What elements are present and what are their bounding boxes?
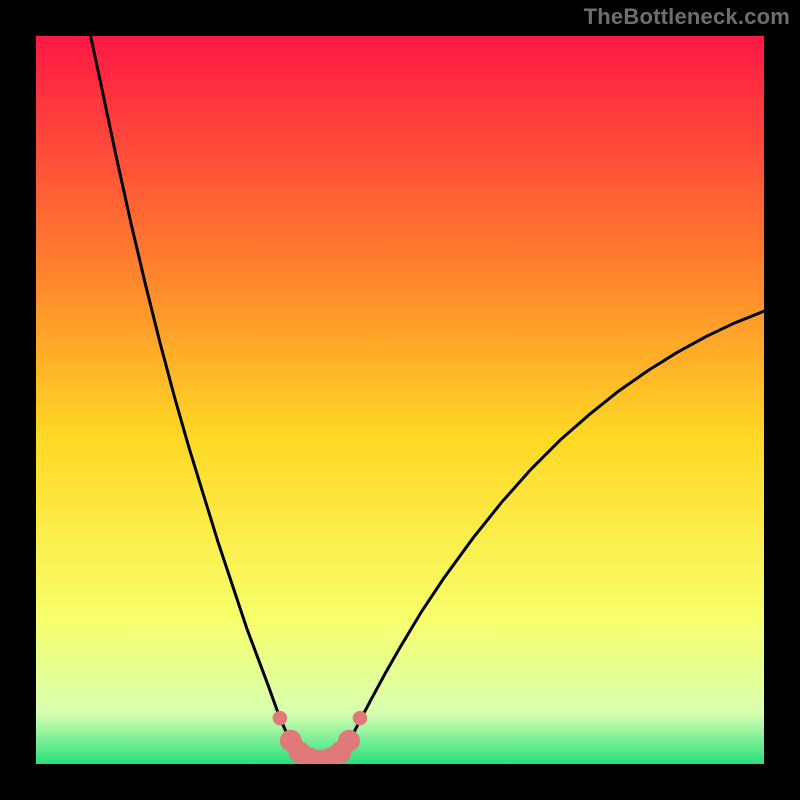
gradient-background bbox=[36, 36, 764, 764]
marker-dot bbox=[353, 711, 368, 726]
chart-svg bbox=[36, 36, 764, 764]
chart-frame: TheBottleneck.com bbox=[0, 0, 800, 800]
plot-area bbox=[36, 36, 764, 764]
watermark-text: TheBottleneck.com bbox=[584, 4, 790, 30]
marker-dot bbox=[338, 730, 360, 752]
marker-dot bbox=[273, 711, 288, 726]
